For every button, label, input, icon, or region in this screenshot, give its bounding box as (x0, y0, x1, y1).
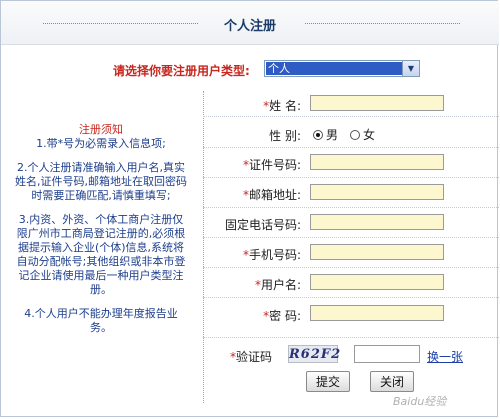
gender-male-label: 男 (326, 128, 339, 142)
name-label: *姓 名: (263, 99, 301, 113)
page-title: 个人注册 (223, 19, 276, 34)
captcha-input[interactable] (354, 345, 420, 363)
notes-item: 3.内资、外资、个体工商户注册仅限广州市工商局登记注册的,必须根据提示输入企业(… (16, 213, 186, 296)
password-label: *密 码: (263, 309, 301, 323)
registration-notes: 注册须知 1.带*号为必需录入信息项; 2.个人注册请准确输入用户名,真实姓名,… (15, 123, 187, 345)
gender-female-label: 女 (363, 128, 376, 142)
id-number-label: *证件号码: (242, 158, 301, 172)
gender-female-radio[interactable] (350, 129, 361, 140)
password-input[interactable] (310, 305, 444, 321)
column-divider (203, 91, 204, 403)
row-divider (203, 207, 499, 208)
registration-panel: 个人注册 请选择你要注册用户类型: 个人 ▼ 注册须知 1.带*号为必需录入信息… (0, 0, 499, 417)
id-number-input[interactable] (310, 154, 444, 170)
submit-button[interactable]: 提交 (306, 371, 350, 392)
row-divider (203, 337, 499, 338)
email-label: *邮箱地址: (242, 188, 301, 202)
notes-item: 4.个人用户不能办理年度报告业务。 (24, 307, 178, 334)
username-input[interactable] (310, 274, 444, 290)
row-divider (203, 267, 499, 268)
gender-label: 性 别: (269, 129, 301, 143)
mobile-input[interactable] (310, 244, 444, 260)
mobile-label: *手机号码: (242, 248, 301, 262)
close-button[interactable]: 关闭 (370, 371, 414, 392)
name-input[interactable] (310, 95, 444, 111)
row-divider (203, 116, 499, 117)
row-divider (203, 237, 499, 238)
header-divider-right (305, 23, 460, 24)
landline-label: 固定电话号码: (224, 218, 301, 232)
row-divider (203, 297, 499, 298)
email-input[interactable] (310, 184, 444, 200)
user-type-label: 请选择你要注册用户类型: (113, 64, 250, 78)
captcha-image: R62F2 (288, 345, 342, 363)
user-type-select[interactable]: 个人 ▼ (264, 60, 420, 77)
row-divider (203, 147, 499, 148)
notes-item: 1.带*号为必需录入信息项; (36, 137, 166, 150)
captcha-label: *验证码 (230, 350, 273, 364)
row-divider (203, 177, 499, 178)
username-label: *用户名: (254, 278, 301, 292)
watermark: Baidu经验 (393, 395, 447, 408)
refresh-captcha-link[interactable]: 换一张 (427, 348, 463, 365)
gender-male-radio[interactable] (313, 129, 323, 140)
panel-header: 个人注册 (1, 1, 499, 45)
chevron-down-icon[interactable]: ▼ (402, 61, 419, 76)
notes-title: 注册须知 (79, 123, 123, 136)
notes-item: 2.个人注册请准确输入用户名,真实姓名,证件号码,邮箱地址在取回密码时需要正确匹… (15, 161, 187, 202)
landline-input[interactable] (310, 214, 444, 230)
user-type-selected-value: 个人 (266, 62, 404, 75)
gender-radio-group: 男 女 (313, 126, 375, 143)
